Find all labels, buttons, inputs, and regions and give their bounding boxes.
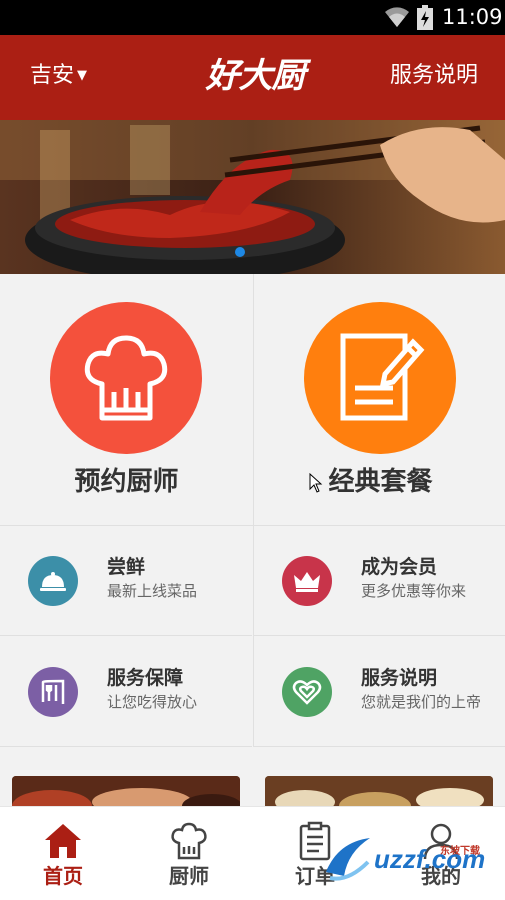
- watermark-logo: 东坡下载 uzzf.com: [318, 832, 504, 892]
- classic-package-label: 经典套餐: [328, 467, 433, 497]
- tab-label: 厨师: [169, 864, 209, 888]
- menu-title: 尝鲜: [107, 556, 146, 578]
- tab-chef[interactable]: 厨师: [126, 807, 252, 900]
- menu-item-membership[interactable]: 成为会员 更多优惠等你来: [254, 526, 505, 636]
- thumbnail-dishes[interactable]: [265, 776, 493, 808]
- recommend-thumbnails: [0, 748, 505, 808]
- menu-title: 服务保障: [107, 667, 184, 689]
- clock: 11:09: [442, 5, 503, 29]
- wifi-icon: [385, 7, 409, 27]
- tab-home[interactable]: 首页: [0, 807, 126, 900]
- watermark-text: uzzf.com: [374, 844, 486, 874]
- service-info-link[interactable]: 服务说明: [390, 61, 478, 91]
- book-chef-card[interactable]: 预约厨师: [0, 274, 253, 526]
- watermark-swoosh: [326, 838, 370, 881]
- location-selector[interactable]: 吉安 ▼: [30, 61, 87, 91]
- divider: [253, 526, 254, 747]
- menu-item-service-guarantee[interactable]: 服务保障 让您吃得放心: [0, 637, 252, 747]
- menu-item-service-info[interactable]: 服务说明 您就是我们的上帝: [254, 637, 505, 747]
- mouse-cursor-icon: [309, 473, 323, 493]
- banner-carousel[interactable]: [0, 120, 505, 274]
- app-header: 吉安 ▼ 好大厨 服务说明: [0, 35, 505, 120]
- chef-hat-icon: [50, 302, 202, 454]
- menu-item-try-new[interactable]: 尝鲜 最新上线菜品: [0, 526, 252, 636]
- menu-subtitle: 您就是我们的上帝: [361, 693, 482, 711]
- crown-icon: [282, 556, 332, 606]
- menu-title: 成为会员: [361, 556, 438, 578]
- chef-hat-icon: [171, 822, 207, 860]
- home-icon: [45, 824, 81, 858]
- menu-subtitle: 更多优惠等你来: [361, 582, 467, 600]
- feature-grid: 预约厨师 经典套餐: [0, 274, 505, 526]
- book-chef-label: 预约厨师: [74, 467, 179, 497]
- menu-subtitle: 最新上线菜品: [107, 582, 198, 600]
- battery-icon: [417, 5, 433, 30]
- heart-icon: [282, 667, 332, 717]
- caret-down-icon: ▼: [77, 68, 88, 83]
- brand-logo: 好大厨: [205, 56, 306, 96]
- banner-image: [0, 120, 505, 274]
- menu-subtitle: 让您吃得放心: [107, 693, 198, 711]
- menu-grid: 尝鲜 最新上线菜品 成为会员 更多优惠等你来 服务保障 让您吃得放心 服务说明 …: [0, 526, 505, 748]
- dish-cover-icon: [28, 556, 78, 606]
- thumbnail-seafood[interactable]: [12, 776, 240, 808]
- document-edit-icon: [304, 302, 456, 454]
- status-bar: 11:09: [0, 0, 505, 35]
- fork-knife-icon: [28, 667, 78, 717]
- location-label: 吉安: [30, 63, 75, 88]
- tab-label: 首页: [43, 864, 83, 888]
- classic-package-card[interactable]: 经典套餐: [254, 274, 505, 526]
- menu-title: 服务说明: [361, 667, 438, 689]
